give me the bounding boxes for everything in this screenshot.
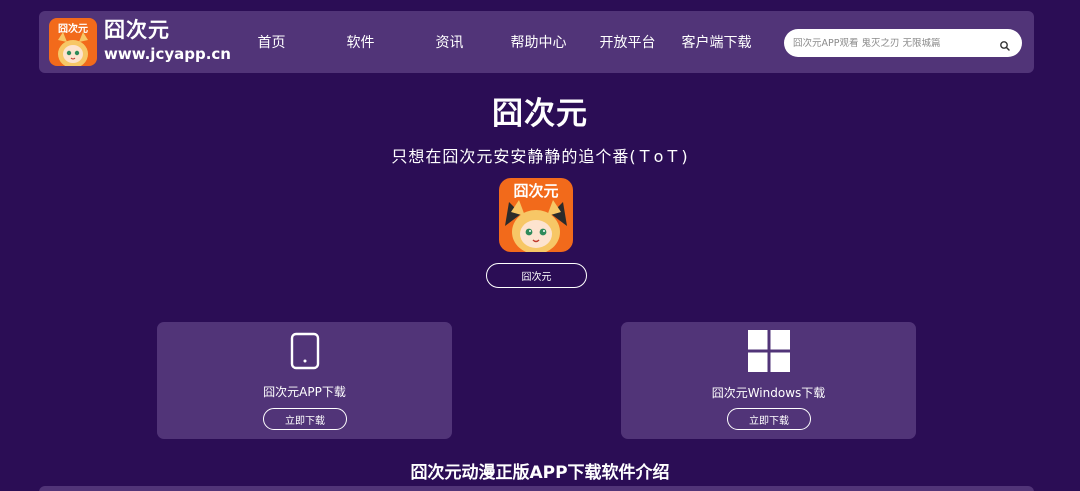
logo-text[interactable]: 囧次元 www.jcyapp.cn — [104, 20, 231, 62]
section-title: 囧次元动漫正版APP下载软件介绍 — [410, 463, 670, 483]
phone-icon — [290, 332, 320, 374]
nav-news[interactable]: 资讯 — [405, 32, 494, 52]
nav-software[interactable]: 软件 — [316, 32, 405, 52]
nav-open-platform[interactable]: 开放平台 — [583, 32, 672, 52]
search-box — [784, 29, 1022, 57]
logo-icon[interactable]: 囧次元 — [49, 18, 97, 66]
nav-help-center[interactable]: 帮助中心 — [494, 32, 583, 52]
app-download-button[interactable]: 立即下载 — [263, 408, 347, 430]
app-icon: 囧次元 — [499, 178, 573, 252]
nav-client-download[interactable]: 客户端下载 — [672, 32, 761, 52]
logo-name: 囧次元 — [104, 18, 170, 42]
windows-download-card: 囧次元Windows下载 立即下载 — [621, 322, 916, 439]
app-download-card: 囧次元APP下载 立即下载 — [157, 322, 452, 439]
logo-domain: www.jcyapp.cn — [104, 45, 231, 63]
search-input[interactable] — [793, 37, 993, 49]
search-icon[interactable] — [999, 37, 1011, 51]
page-title: 囧次元 — [492, 96, 588, 132]
windows-download-button[interactable]: 立即下载 — [727, 408, 811, 430]
site-header: 囧次元 囧次元 www.jcyapp.cn 首页 软件 资讯 帮助中心 开放平台… — [39, 11, 1034, 73]
windows-icon — [747, 330, 790, 376]
main-nav: 首页 软件 资讯 帮助中心 开放平台 客户端下载 — [227, 11, 761, 73]
page-subtitle: 只想在囧次元安安静静的追个番(ＴoＴ) — [391, 147, 689, 166]
app-name-button[interactable]: 囧次元 — [486, 263, 587, 288]
app-icon-text: 囧次元 — [513, 182, 558, 200]
app-download-label: 囧次元APP下载 — [263, 385, 346, 399]
windows-download-label: 囧次元Windows下载 — [711, 386, 826, 400]
nav-home[interactable]: 首页 — [227, 32, 316, 52]
intro-panel — [39, 486, 1034, 491]
